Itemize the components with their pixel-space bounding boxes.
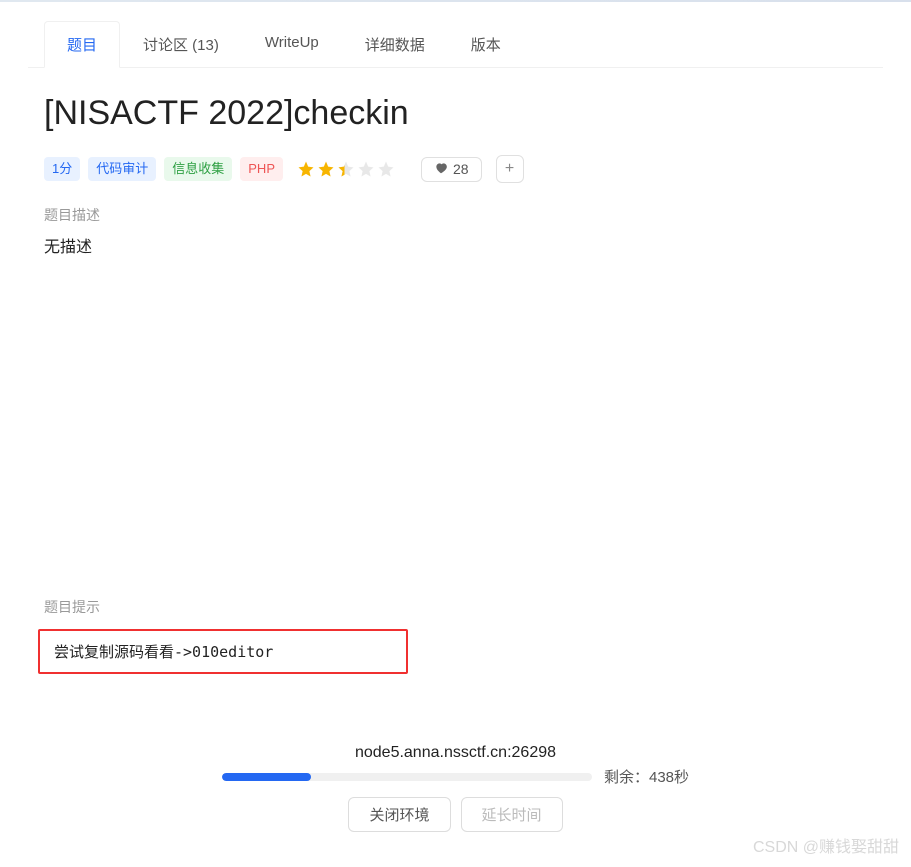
hint-text: 尝试复制源码看看->010editor — [38, 629, 408, 674]
tab-writeup[interactable]: WriteUp — [242, 21, 342, 68]
php-tag[interactable]: PHP — [240, 157, 283, 181]
star-icon-filled — [317, 160, 335, 178]
code-audit-tag[interactable]: 代码审计 — [88, 157, 156, 181]
like-count: 28 — [453, 161, 469, 177]
tab-version[interactable]: 版本 — [448, 21, 524, 68]
progress-fill — [222, 773, 311, 781]
info-gather-tag[interactable]: 信息收集 — [164, 157, 232, 181]
hint-label: 题目提示 — [28, 597, 883, 617]
star-icon-filled — [297, 160, 315, 178]
close-env-button[interactable]: 关闭环境 — [348, 797, 450, 832]
environment-section: node5.anna.nssctf.cn:26298 剩余：438秒 关闭环境 … — [28, 744, 883, 832]
heart-icon — [434, 161, 448, 178]
tab-stats[interactable]: 详细数据 — [342, 21, 448, 68]
watermark: CSDN @赚钱娶甜甜 — [753, 833, 899, 857]
tab-discuss[interactable]: 讨论区 (13) — [120, 21, 242, 68]
progress-bar — [222, 773, 592, 781]
star-icon-empty — [357, 160, 375, 178]
environment-url[interactable]: node5.anna.nssctf.cn:26298 — [28, 744, 883, 762]
page-title: [NISACTF 2022]checkin — [44, 94, 867, 133]
tab-problem[interactable]: 题目 — [44, 21, 120, 68]
star-icon-empty — [377, 160, 395, 178]
meta-row: 1分 代码审计 信息收集 PHP — [28, 155, 883, 183]
like-button[interactable]: 28 — [421, 157, 482, 182]
star-rating[interactable] — [297, 160, 395, 178]
extend-time-button[interactable]: 延长时间 — [461, 797, 563, 832]
description-text: 无描述 — [28, 233, 883, 257]
star-icon-half — [337, 160, 355, 178]
tabs-bar: 题目 讨论区 (13) WriteUp 详细数据 版本 — [28, 20, 883, 68]
score-tag[interactable]: 1分 — [44, 157, 80, 181]
description-label: 题目描述 — [28, 205, 883, 225]
remaining-time: 剩余：438秒 — [604, 766, 689, 787]
plus-button[interactable]: + — [496, 155, 524, 183]
